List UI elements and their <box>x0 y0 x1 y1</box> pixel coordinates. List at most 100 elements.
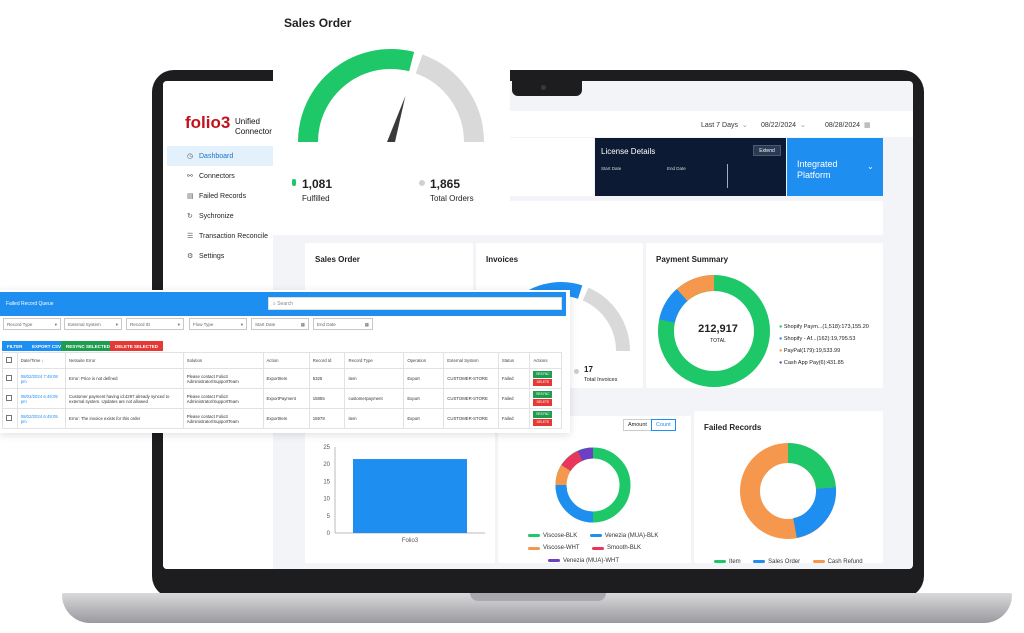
resync-button[interactable]: RESYNC <box>533 371 553 378</box>
filter-record-type[interactable]: Record Type ▾ <box>3 318 61 330</box>
payment-total-label: TOTAL <box>710 338 726 344</box>
row-record-type: item <box>344 408 405 429</box>
sidebar-item-transaction-reconcile[interactable]: ☰ Transaction Reconcile <box>167 226 273 246</box>
fulfilled-label: Fulfilled <box>302 194 330 203</box>
column-header: Actions <box>529 352 562 369</box>
row-select-cell <box>2 368 18 389</box>
x-tick-label: Folio3 <box>402 538 419 544</box>
integrated-platform-select[interactable]: Integrated Platform ⌄ <box>787 138 883 196</box>
products-ring-chart <box>555 447 631 523</box>
legend-swatch-icon <box>714 560 726 563</box>
start-date-field[interactable]: 08/22/2024 ⌄ <box>761 121 806 129</box>
y-tick-label: 5 <box>327 514 331 520</box>
table-header-row: Date/Time ↓ Netsuite Error Solution Acti… <box>2 352 562 369</box>
legend-dot-icon: ● <box>779 360 783 366</box>
legend-label: Shopify Paym...(1,518):173,155.20 <box>783 324 869 330</box>
row-date[interactable]: 08/02/2024 6:49:05 pm <box>16 408 67 429</box>
legend-dot-icon: ● <box>779 348 783 354</box>
row-checkbox[interactable] <box>6 415 12 421</box>
sidebar-item-dashboard[interactable]: ◷ Dashboard <box>167 146 273 166</box>
filter-flow-type[interactable]: Flow Type ▾ <box>189 318 247 330</box>
failed-records-legend: Item Sales Order Cash Refund <box>714 550 884 568</box>
row-operation: Export <box>403 368 445 389</box>
row-status: Failed <box>497 368 531 389</box>
donut-segment-shopify-af <box>659 289 688 324</box>
amount-toggle[interactable]: Amount <box>623 419 652 431</box>
legend-label: Viscose-WHT <box>543 545 580 551</box>
row-record-type: customerpayment <box>344 388 405 409</box>
column-header: Operation <box>403 352 445 369</box>
divider <box>727 164 728 188</box>
laptop-base-notch <box>470 593 606 601</box>
row-action: ExportItem <box>262 408 310 429</box>
resync-button[interactable]: RESYNC <box>533 411 553 418</box>
count-toggle[interactable]: Count <box>651 419 676 431</box>
legend-item: Venezia (MUA)-WHT <box>548 556 619 566</box>
calendar-icon: ▦ <box>364 322 369 327</box>
filter-external-system[interactable]: External System ▾ <box>64 318 122 330</box>
chevron-down-icon: ▾ <box>115 322 118 327</box>
link-icon: ⚯ <box>187 173 193 180</box>
legend-label: Item <box>729 558 741 565</box>
filter-label: End Date <box>317 322 336 327</box>
filter-label: Flow Type <box>193 322 214 327</box>
legend-item: ● PayPal(179):19,533.99 <box>779 345 869 357</box>
row-select-cell <box>2 408 18 429</box>
invoices-title: Invoices <box>486 255 519 264</box>
column-header[interactable]: Date/Time ↓ <box>16 352 67 369</box>
legend-item: Cash Refund <box>812 559 863 565</box>
resync-selected-button[interactable]: RESYNC SELECTED <box>61 341 116 351</box>
legend-swatch-icon <box>592 546 605 550</box>
column-header: Record Type <box>344 352 405 369</box>
delete-button[interactable]: DELETE <box>533 419 553 426</box>
date-range-select[interactable]: Last 7 Days ⌄ <box>701 121 748 129</box>
sidebar-item-sychronize[interactable]: ↻ Sychronize <box>167 206 273 226</box>
row-operation: Export <box>403 388 445 409</box>
legend-label: Venezia (MUA)-BLK <box>604 532 659 539</box>
column-header: Status <box>497 352 531 369</box>
row-operation: Export <box>403 408 445 429</box>
column-header: Record Id <box>308 352 346 369</box>
sales-order-gauge <box>298 49 484 143</box>
resync-button[interactable]: RESYNC <box>533 391 553 398</box>
delete-selected-button[interactable]: DELETE SELECTED <box>110 341 164 351</box>
filter-start-date[interactable]: Start Date ▦ <box>251 318 309 330</box>
failed-records-table: Date/Time ↓ Netsuite Error Solution Acti… <box>2 352 562 429</box>
row-checkbox[interactable] <box>6 395 12 401</box>
select-all-checkbox[interactable] <box>6 357 12 363</box>
sidebar-item-connectors[interactable]: ⚯ Connectors <box>167 166 273 186</box>
integrated-platform-label: Integrated Platform <box>797 159 838 181</box>
row-status: Failed <box>497 388 531 409</box>
row-checkbox[interactable] <box>6 375 12 381</box>
filter-button[interactable]: FILTER <box>2 341 28 351</box>
row-select-cell <box>2 388 18 409</box>
delete-button[interactable]: DELETE <box>533 379 553 386</box>
row-date[interactable]: 08/02/2024 6:49:05 pm <box>16 388 67 409</box>
column-header: Solution <box>182 352 264 369</box>
row-solution: Please contact Folio3 Administrator/Supp… <box>182 368 264 389</box>
brand-sub-line1: Unified <box>235 117 260 126</box>
end-date-field[interactable]: 08/28/2024 ▦ <box>825 121 871 129</box>
column-header: Netsuite Error <box>65 352 184 369</box>
chevron-down-icon: ⌄ <box>867 162 874 171</box>
row-solution: Please contact Folio3 Administrator/Supp… <box>182 388 264 409</box>
delete-button[interactable]: DELETE <box>533 399 553 406</box>
chevron-down-icon: ▾ <box>240 322 243 327</box>
filter-record-id[interactable]: Record ID ▾ <box>126 318 184 330</box>
legend-swatch-icon <box>812 560 825 563</box>
queue-search-input[interactable]: ⌕ Search <box>268 297 562 310</box>
row-date[interactable]: 08/02/2024 7:49:08 pm <box>16 368 67 389</box>
search-icon: ⌕ <box>273 301 276 307</box>
calendar-icon: ▦ <box>862 122 871 129</box>
sidebar-item-label: Failed Records <box>199 192 247 200</box>
legend-item: Viscose-BLK <box>528 531 577 541</box>
filter-end-date[interactable]: End Date ▦ <box>313 318 373 330</box>
chevron-down-icon: ▾ <box>177 322 180 327</box>
sidebar-item-settings[interactable]: ⚙ Settings <box>167 246 273 266</box>
start-date-value: 08/22/2024 <box>761 122 797 129</box>
column-label: Date/Time <box>20 358 41 363</box>
gear-icon: ⚙ <box>187 253 194 260</box>
camera-notch <box>512 81 582 96</box>
sidebar-item-failed-records[interactable]: ▤ Failed Records <box>167 186 273 206</box>
extend-button[interactable]: Extend <box>753 145 781 156</box>
